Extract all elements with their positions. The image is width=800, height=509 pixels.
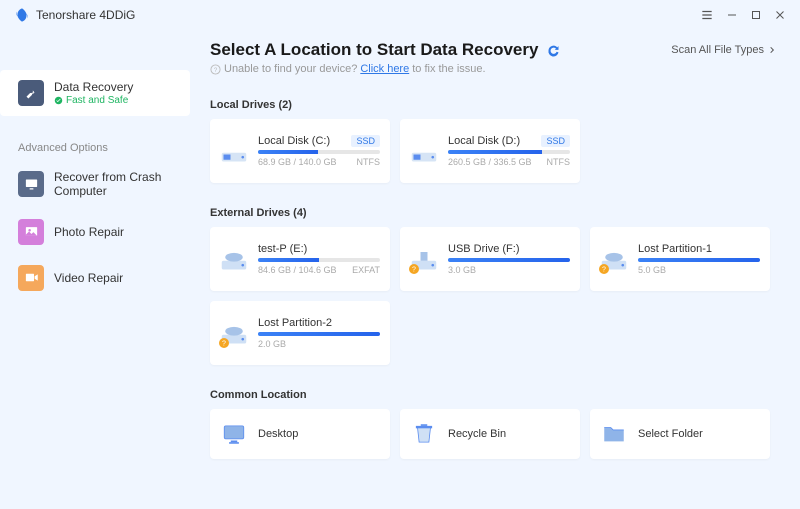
content: Data Recovery Fast and Safe Advanced Opt…	[0, 30, 800, 509]
warning-icon: ?	[408, 263, 420, 275]
drive-card-e[interactable]: test-P (E:) 84.6 GB / 104.6 GB EXFAT	[210, 227, 390, 291]
drive-card-f[interactable]: ? USB Drive (F:) 3.0 GB	[400, 227, 580, 291]
drive-title: Local Disk (C:)	[258, 135, 330, 147]
location-title: Select Folder	[638, 428, 703, 440]
maximize-icon[interactable]	[750, 9, 762, 21]
close-icon[interactable]	[774, 9, 786, 21]
nav-recover-crash[interactable]: Recover from Crash Computer	[0, 160, 190, 209]
section-external-drives: External Drives (4)	[210, 207, 776, 219]
chevron-right-icon	[768, 46, 776, 54]
nav-data-recovery[interactable]: Data Recovery Fast and Safe	[0, 70, 190, 116]
section-local-drives: Local Drives (2)	[210, 99, 776, 111]
drive-fs: NTFS	[357, 157, 381, 167]
desktop-icon	[220, 420, 248, 448]
location-desktop[interactable]: Desktop	[210, 409, 390, 459]
usb-drive-icon: ?	[410, 245, 438, 273]
drive-size: 68.9 GB / 140.0 GB	[258, 157, 337, 167]
ssd-badge: SSD	[351, 135, 380, 147]
nav-sub: Fast and Safe	[54, 95, 133, 106]
shield-check-icon	[54, 96, 63, 105]
nav-label: Recover from Crash Computer	[54, 170, 176, 199]
usage-bar	[258, 150, 380, 154]
advanced-options-label: Advanced Options	[0, 116, 190, 160]
sidebar: Data Recovery Fast and Safe Advanced Opt…	[0, 30, 190, 509]
drive-title: Local Disk (D:)	[448, 135, 520, 147]
recycle-bin-icon	[410, 420, 438, 448]
refresh-icon[interactable]	[546, 43, 561, 58]
location-recycle-bin[interactable]: Recycle Bin	[400, 409, 580, 459]
sub-hint: ? Unable to find your device? Click here…	[210, 63, 776, 75]
drive-title: Lost Partition-2	[258, 317, 332, 329]
ssd-badge: SSD	[541, 135, 570, 147]
brand-icon	[14, 7, 30, 23]
nav-title: Data Recovery	[54, 80, 133, 94]
drive-fs: EXFAT	[352, 265, 380, 275]
nav-photo-repair[interactable]: Photo Repair	[0, 209, 190, 255]
app-title-text: Tenorshare 4DDiG	[36, 8, 135, 22]
drive-card-d[interactable]: Local Disk (D:) SSD 260.5 GB / 336.5 GB NT…	[400, 119, 580, 183]
warning-icon: ?	[598, 263, 610, 275]
external-drive-icon	[220, 245, 248, 273]
main-header: Select A Location to Start Data Recovery…	[210, 40, 776, 60]
usage-bar	[638, 258, 760, 262]
svg-text:?: ?	[602, 267, 606, 274]
usage-bar	[448, 258, 570, 262]
click-here-link[interactable]: Click here	[360, 63, 409, 75]
drive-size: 5.0 GB	[638, 265, 666, 275]
nav-label: Video Repair	[54, 271, 123, 285]
svg-text:?: ?	[222, 341, 226, 348]
drive-title: USB Drive (F:)	[448, 243, 520, 255]
usage-bar	[258, 258, 380, 262]
scan-all-file-types[interactable]: Scan All File Types	[671, 44, 776, 56]
usage-bar	[448, 150, 570, 154]
drive-card-lost2[interactable]: ? Lost Partition-2 2.0 GB	[210, 301, 390, 365]
titlebar: Tenorshare 4DDiG	[0, 0, 800, 30]
video-icon	[18, 265, 44, 291]
warning-icon: ?	[218, 337, 230, 349]
drive-fs: NTFS	[547, 157, 571, 167]
main-panel: Select A Location to Start Data Recovery…	[190, 30, 800, 509]
drive-size: 260.5 GB / 336.5 GB	[448, 157, 532, 167]
location-select-folder[interactable]: Select Folder	[590, 409, 770, 459]
drive-card-lost1[interactable]: ? Lost Partition-1 5.0 GB	[590, 227, 770, 291]
section-common-location: Common Location	[210, 389, 776, 401]
local-drives-list: Local Disk (C:) SSD 68.9 GB / 140.0 GB NTF…	[210, 119, 776, 183]
drive-title: test-P (E:)	[258, 243, 307, 255]
svg-text:?: ?	[214, 66, 218, 73]
svg-text:?: ?	[412, 267, 416, 274]
external-drive-icon: ?	[220, 319, 248, 347]
location-title: Desktop	[258, 428, 298, 440]
nav-video-repair[interactable]: Video Repair	[0, 255, 190, 301]
app-title: Tenorshare 4DDiG	[14, 7, 135, 23]
page-title: Select A Location to Start Data Recovery	[210, 40, 561, 60]
drive-card-c[interactable]: Local Disk (C:) SSD 68.9 GB / 140.0 GB NTF…	[210, 119, 390, 183]
nav-label: Photo Repair	[54, 225, 124, 239]
question-icon: ?	[210, 64, 221, 75]
drive-size: 3.0 GB	[448, 265, 476, 275]
drive-size: 2.0 GB	[258, 339, 286, 349]
drive-size: 84.6 GB / 104.6 GB	[258, 265, 337, 275]
wrench-icon	[18, 80, 44, 106]
minimize-icon[interactable]	[726, 9, 738, 21]
drive-title: Lost Partition-1	[638, 243, 712, 255]
location-title: Recycle Bin	[448, 428, 506, 440]
window-controls	[700, 8, 786, 22]
external-drives-list: test-P (E:) 84.6 GB / 104.6 GB EXFAT ? US…	[210, 227, 776, 365]
common-location-list: Desktop Recycle Bin Select Folder	[210, 409, 776, 459]
usage-bar	[258, 332, 380, 336]
external-drive-icon: ?	[600, 245, 628, 273]
monitor-icon	[18, 171, 44, 197]
hdd-icon	[410, 137, 438, 165]
folder-icon	[600, 420, 628, 448]
photo-icon	[18, 219, 44, 245]
menu-icon[interactable]	[700, 8, 714, 22]
hdd-icon	[220, 137, 248, 165]
